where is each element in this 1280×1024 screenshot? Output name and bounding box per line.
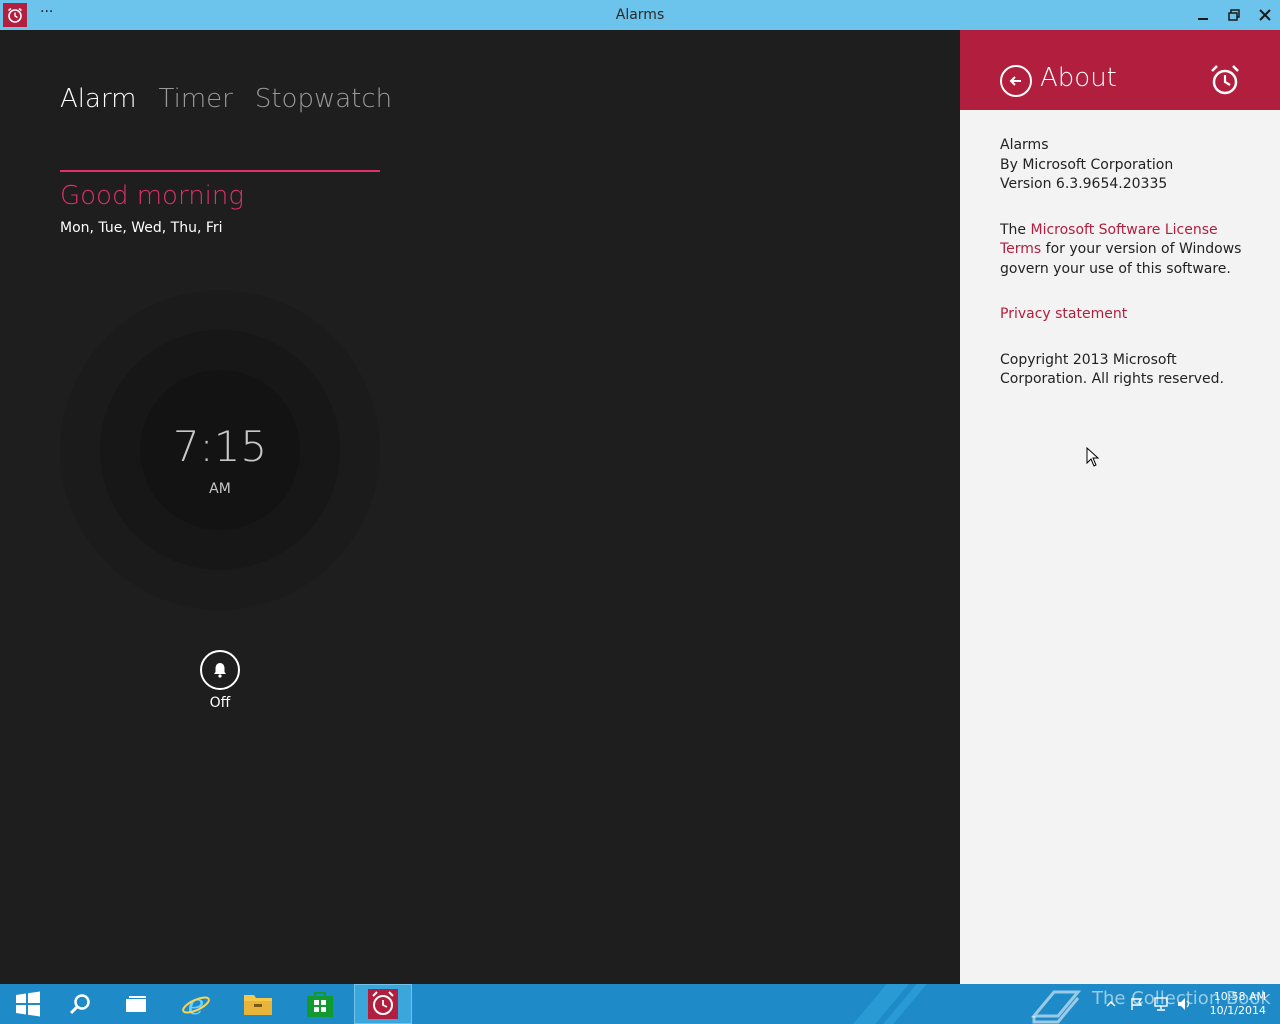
- back-button[interactable]: [1000, 65, 1032, 97]
- alarm-main-panel: Alarm Timer Stopwatch Good morning Mon, …: [0, 30, 960, 984]
- close-button[interactable]: [1255, 5, 1275, 25]
- start-button[interactable]: [0, 984, 56, 1024]
- mouse-cursor-icon: [1086, 447, 1100, 467]
- alarm-name[interactable]: Good morning: [60, 181, 244, 211]
- file-explorer-button[interactable]: [230, 984, 286, 1024]
- about-version: Version 6.3.9654.20335: [1000, 176, 1168, 192]
- copyright-text: Copyright 2013 Microsoft Corporation. Al…: [1000, 351, 1225, 388]
- alarm-clock-icon: [1208, 63, 1242, 101]
- about-flyout: About Alarms By Microsoft Corporation Ve…: [960, 30, 1280, 984]
- flyout-header: About: [960, 30, 1280, 110]
- tab-bar: Alarm Timer Stopwatch: [60, 84, 392, 114]
- alarm-days: Mon, Tue, Wed, Thu, Fri: [60, 220, 223, 236]
- folder-icon: [244, 995, 272, 1015]
- back-arrow-icon: [1009, 76, 1021, 86]
- task-view-icon: [126, 996, 146, 1012]
- store-icon: [307, 992, 333, 1017]
- show-hidden-icons-button[interactable]: [1104, 984, 1118, 1024]
- search-button[interactable]: [52, 984, 108, 1024]
- restore-button[interactable]: [1224, 5, 1244, 25]
- chevron-up-icon: [1106, 1000, 1116, 1007]
- taskbar: e The Collection Book 10:58 AM 10/1/2014: [0, 984, 1280, 1024]
- alarm-clock-icon: [368, 989, 398, 1019]
- tab-timer[interactable]: Timer: [159, 84, 233, 114]
- tab-alarm[interactable]: Alarm: [60, 84, 137, 114]
- bell-icon: [214, 663, 226, 678]
- internet-explorer-icon: e: [182, 989, 210, 1019]
- svg-text:e: e: [188, 989, 205, 1019]
- book-icon: [1030, 990, 1082, 1024]
- about-publisher: By Microsoft Corporation: [1000, 156, 1174, 173]
- alarms-taskbar-button[interactable]: [354, 984, 412, 1024]
- alarm-ampm: AM: [209, 481, 231, 497]
- taskbar-clock[interactable]: 10:58 AM 10/1/2014: [1206, 990, 1266, 1018]
- windows-logo-icon: [16, 991, 40, 1017]
- taskbar-time: 10:58 AM: [1213, 990, 1266, 1003]
- volume-button[interactable]: [1176, 984, 1194, 1024]
- store-button[interactable]: [292, 984, 348, 1024]
- alarm-time: 7:15: [172, 422, 268, 471]
- title-bar: ··· Alarms: [0, 0, 1280, 30]
- network-button[interactable]: [1152, 984, 1170, 1024]
- task-view-button[interactable]: [108, 984, 164, 1024]
- alarm-toggle-label: Off: [209, 695, 231, 711]
- network-icon: [1154, 997, 1168, 1011]
- minimize-button[interactable]: [1193, 5, 1213, 25]
- search-icon: [69, 994, 90, 1015]
- flag-icon: [1131, 998, 1143, 1010]
- action-center-button[interactable]: [1128, 984, 1146, 1024]
- alarm-divider: [60, 170, 380, 172]
- about-content: Alarms By Microsoft Corporation Version …: [1000, 136, 1260, 416]
- flyout-title: About: [1040, 63, 1117, 93]
- internet-explorer-button[interactable]: e: [168, 984, 224, 1024]
- alarm-toggle-button[interactable]: [200, 650, 240, 690]
- privacy-statement-link[interactable]: Privacy statement: [1000, 306, 1127, 322]
- tab-stopwatch[interactable]: Stopwatch: [255, 84, 392, 114]
- about-app-name: Alarms: [1000, 137, 1049, 153]
- window-title: Alarms: [615, 7, 665, 23]
- taskbar-date: 10/1/2014: [1209, 1004, 1266, 1017]
- license-prefix: The: [1000, 221, 1031, 238]
- speaker-icon: [1178, 998, 1190, 1010]
